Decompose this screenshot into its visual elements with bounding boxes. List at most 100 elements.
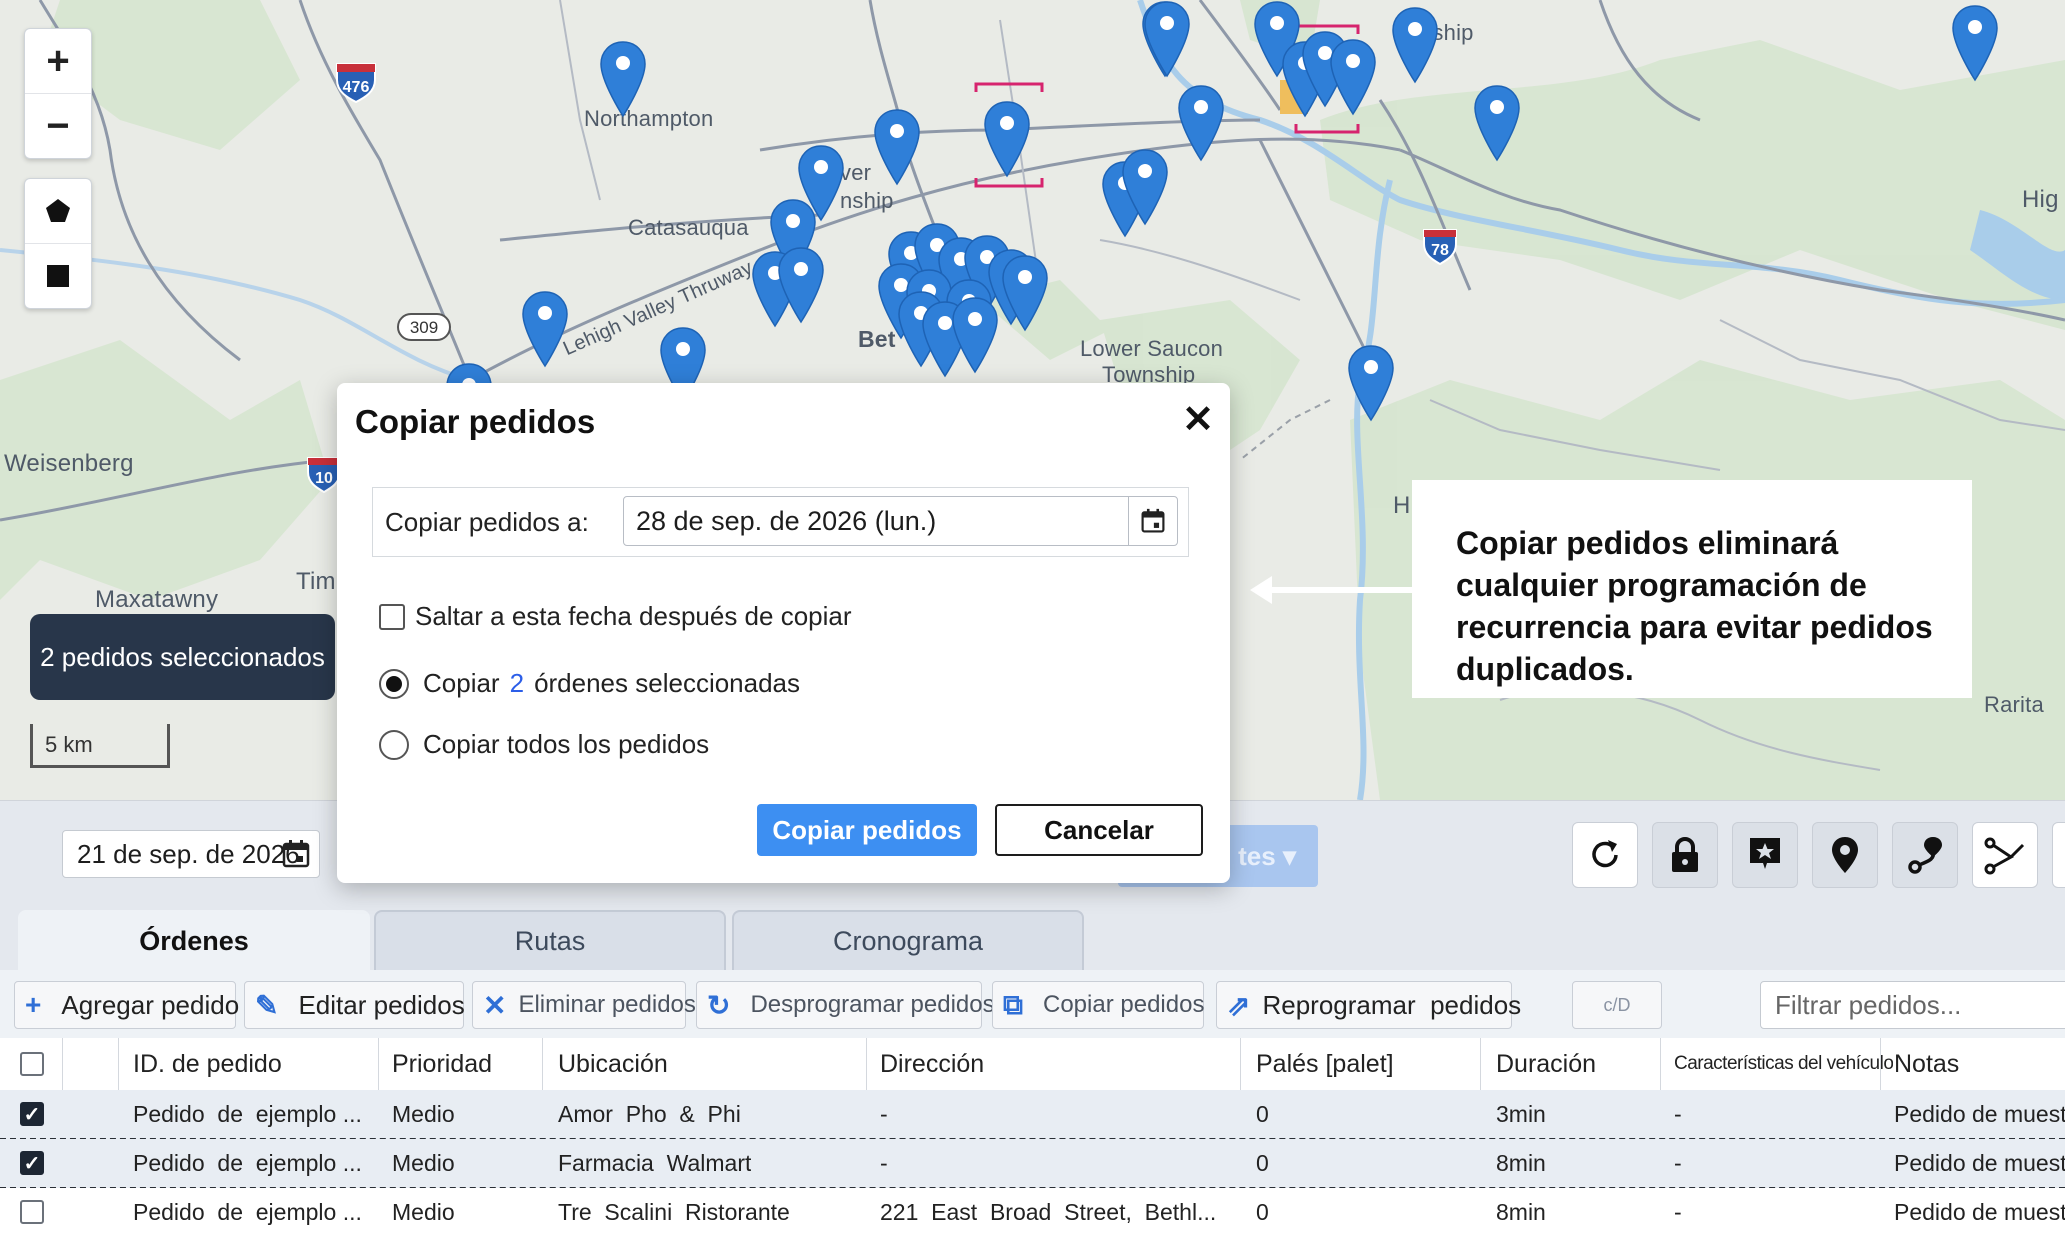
x-icon: ✕ [483, 989, 507, 1021]
close-icon[interactable]: ✕ [1182, 401, 1214, 439]
delete-orders-button[interactable]: ✕ Eliminar pedidos [472, 981, 696, 1029]
schedule-date-value: 21 de sep. de 2026 [77, 838, 300, 869]
map-pin-icon [600, 41, 646, 118]
copy-selected-post: órdenes seleccionadas [534, 668, 801, 698]
bookmark-button[interactable] [1732, 822, 1798, 888]
select-all-checkbox[interactable] [20, 1038, 44, 1090]
edit-orders-button[interactable]: ✎ Editar pedidos [244, 981, 465, 1029]
tab-orders[interactable]: Órdenes [18, 910, 370, 970]
more-tools-button[interactable] [2052, 822, 2065, 888]
reschedule-orders-label: Reprogramar pedidos [1262, 989, 1522, 1020]
column-divider [378, 1038, 379, 1090]
radio-selected-icon[interactable] [379, 668, 409, 699]
map-pin[interactable] [1390, 6, 1440, 84]
map-pin[interactable] [1120, 148, 1170, 226]
schedule-date-field[interactable]: 21 de sep. de 2026 [62, 830, 320, 878]
cell-location: Farmacia Walmart [558, 1149, 752, 1176]
jump-to-date-label: Saltar a esta fecha después de copiar [415, 601, 852, 631]
route-alt-button[interactable] [1972, 822, 2038, 888]
header-vehicle-features[interactable]: Características del vehículo [1674, 1038, 1893, 1090]
unschedule-orders-button[interactable]: ↻ Desprogramar pedidos [696, 981, 995, 1029]
draw-polygon-button[interactable] [25, 179, 91, 243]
location-button[interactable] [1812, 822, 1878, 888]
copy-orders-confirm-button[interactable]: Copiar pedidos [757, 804, 977, 856]
map-pin[interactable] [776, 246, 826, 324]
map-pin-icon [1002, 255, 1048, 332]
map-pin-icon [874, 109, 920, 186]
table-row[interactable]: Pedido de ejemplo ... Medio Tre Scalini … [0, 1188, 2065, 1236]
map-pin[interactable] [1346, 344, 1396, 422]
tab-routes[interactable]: Rutas [374, 910, 726, 970]
header-address[interactable]: Dirección [880, 1038, 984, 1090]
reschedule-orders-button[interactable]: ⇗ Reprogramar pedidos [1216, 981, 1521, 1029]
filter-orders-input[interactable]: Filtrar pedidos... [1760, 981, 2065, 1029]
add-order-label: Agregar pedido [61, 989, 240, 1020]
copy-to-date-input[interactable]: 28 de sep. de 2026 (lun.) [623, 496, 1178, 546]
bookmark-star-icon [1750, 838, 1780, 869]
polygon-icon [46, 199, 70, 222]
zoom-out-button[interactable]: − [25, 93, 91, 158]
map-label-catasauqua: Catasauqua [628, 215, 749, 240]
map-pin[interactable] [520, 290, 570, 368]
map-pin[interactable] [982, 100, 1032, 178]
map-pin[interactable] [1176, 84, 1226, 162]
jump-to-date-checkbox[interactable]: Saltar a esta fecha después de copiar [379, 601, 852, 632]
map-pin[interactable] [1142, 0, 1192, 78]
lock-button[interactable] [1652, 822, 1718, 888]
cell-priority: Medio [392, 1149, 455, 1176]
header-notes[interactable]: Notas [1894, 1038, 1959, 1090]
checkbox-box[interactable] [379, 603, 405, 630]
copy-orders-button[interactable]: ⧉ Copiar pedidos [992, 981, 1204, 1029]
calendar-button[interactable] [1128, 497, 1177, 545]
cell-pallets: 0 [1256, 1149, 1269, 1176]
tab-schedule[interactable]: Cronograma [732, 910, 1084, 970]
map-pin[interactable] [1328, 38, 1378, 116]
cell-notes: Pedido de muestra [1894, 1100, 2065, 1127]
header-duration[interactable]: Duración [1496, 1038, 1596, 1090]
cancel-button[interactable]: Cancelar [995, 804, 1203, 856]
map-pin-icon [1392, 7, 1438, 84]
map-label-weisenberg: Weisenberg [4, 450, 134, 477]
selected-orders-chip: 2 pedidos seleccionados [30, 614, 335, 700]
map-pin[interactable] [1950, 4, 2000, 82]
header-pallets[interactable]: Palés [palet] [1256, 1038, 1394, 1090]
radio-empty-icon[interactable] [379, 729, 409, 760]
copy-to-label: Copiar pedidos a: [385, 506, 589, 537]
map-label-maxatawny: Maxatawny [95, 586, 219, 613]
toggle-cd-button[interactable]: c/D [1572, 981, 1662, 1029]
table-row[interactable]: ✓ Pedido de ejemplo ... Medio Farmacia W… [0, 1139, 2065, 1189]
draw-rectangle-button[interactable] [25, 243, 91, 308]
table-row[interactable]: ✓ Pedido de ejemplo ... Medio Amor Pho &… [0, 1090, 2065, 1140]
map-pin[interactable] [950, 296, 1000, 374]
copy-selected-pre: Copiar [423, 668, 500, 698]
refresh-button[interactable] [1572, 822, 1638, 888]
add-order-button[interactable]: + Agregar pedido [14, 981, 240, 1029]
map-pin[interactable] [598, 40, 648, 118]
map-pin[interactable] [872, 108, 922, 186]
zoom-control: + − [24, 28, 92, 159]
route-icon [1908, 837, 1942, 874]
map-pin[interactable] [1472, 84, 1522, 162]
cell-vehicle-features: - [1674, 1149, 1682, 1176]
cell-address: - [880, 1100, 888, 1127]
row-checkbox[interactable]: ✓ [20, 1090, 44, 1138]
pencil-icon: ✎ [255, 989, 279, 1021]
header-order-id[interactable]: ID. de pedido [133, 1038, 282, 1090]
copy-all-radio[interactable]: Copiar todos los pedidos [379, 729, 709, 760]
map-pin[interactable] [1000, 254, 1050, 332]
route-button[interactable] [1892, 822, 1958, 888]
row-checkbox[interactable]: ✓ [20, 1139, 44, 1187]
map-pin-icon [1122, 149, 1168, 226]
calendar-icon[interactable] [281, 839, 311, 869]
map-label-lower-saucon: Lower Saucon [1080, 336, 1224, 361]
route-309-shield: 309 [396, 312, 452, 347]
header-priority[interactable]: Prioridad [392, 1038, 492, 1090]
row-checkbox[interactable] [20, 1188, 44, 1236]
copy-selected-radio[interactable]: Copiar 2 órdenes seleccionadas [379, 668, 800, 699]
map-pin-icon [1178, 85, 1224, 162]
copy-orders-label: Copiar pedidos [1043, 991, 1205, 1018]
cell-pallets: 0 [1256, 1100, 1269, 1127]
header-location[interactable]: Ubicación [558, 1038, 668, 1090]
zoom-in-button[interactable]: + [25, 29, 91, 93]
location-pin-icon [1832, 837, 1858, 873]
